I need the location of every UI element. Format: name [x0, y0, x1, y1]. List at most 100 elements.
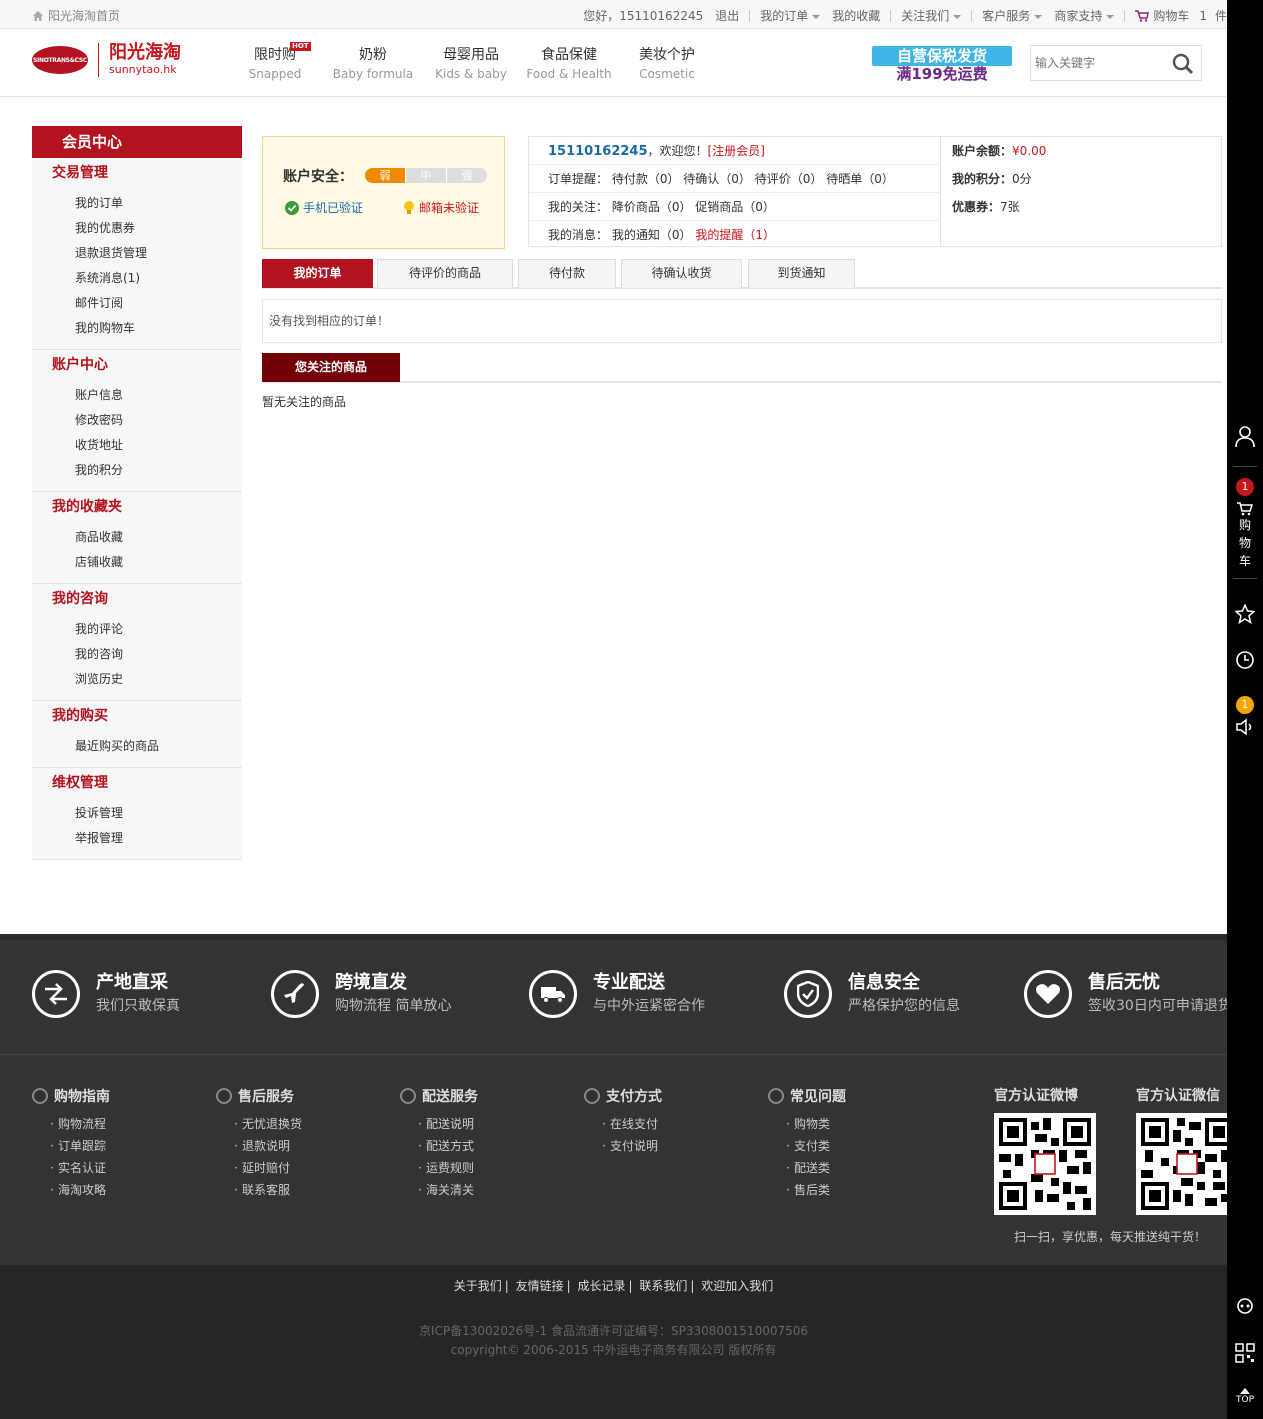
footer-link[interactable]: 配送方式: [400, 1135, 478, 1157]
sidebar-item-product-favorites[interactable]: 商品收藏: [32, 525, 242, 550]
tab-pending-payment[interactable]: 待付款: [518, 259, 616, 288]
home-link[interactable]: 阳光海淘首页: [32, 7, 120, 24]
cart-sidebar-button[interactable]: 1 购物车: [1227, 478, 1263, 570]
chevron-down-icon: [812, 14, 821, 19]
hot-badge: HOT: [290, 42, 311, 51]
service-button[interactable]: [1227, 1296, 1263, 1316]
tab-pending-receipt[interactable]: 待确认收货: [621, 259, 742, 288]
footer-join-link[interactable]: 欢迎加入我们: [701, 1279, 773, 1293]
order-reminder-links[interactable]: 待付款（0） 待确认（0） 待评价（0） 待晒单（0）: [612, 172, 894, 186]
footer-link[interactable]: 实名认证: [32, 1157, 110, 1179]
message-button[interactable]: 1: [1227, 696, 1263, 736]
footer-link[interactable]: 海关清关: [400, 1179, 478, 1201]
sidebar-item-my-reviews[interactable]: 我的评论: [32, 617, 242, 642]
footer-link[interactable]: 购物类: [768, 1113, 846, 1135]
sidebar-item-account-info[interactable]: 账户信息: [32, 383, 242, 408]
sidebar-item-complaints[interactable]: 投诉管理: [32, 801, 242, 826]
balance-label: 账户余额：: [952, 144, 1013, 158]
follow-us-menu[interactable]: 关注我们: [895, 7, 967, 24]
footer-link[interactable]: 延时赔付: [216, 1157, 302, 1179]
points-value: 0分: [1012, 172, 1032, 186]
site-logo[interactable]: SINOTRANS&CSC 阳光海淘 sunnytao.hk: [32, 43, 181, 77]
tab-my-orders[interactable]: 我的订单: [262, 259, 373, 288]
footer-link[interactable]: 订单跟踪: [32, 1135, 110, 1157]
sidebar-item-my-consultations[interactable]: 我的咨询: [32, 642, 242, 667]
sidebar-item-recent-purchases[interactable]: 最近购买的商品: [32, 734, 242, 759]
promo-line2: 满199免运费: [896, 65, 988, 83]
nav-food-health[interactable]: 食品保健 Food & Health: [520, 45, 618, 83]
footer-link[interactable]: 运费规则: [400, 1157, 478, 1179]
footer-history-link[interactable]: 成长记录: [577, 1279, 625, 1293]
message-label: 我的消息：: [548, 228, 609, 242]
order-tabs: 我的订单 待评价的商品 待付款 待确认收货 到货通知: [262, 259, 1222, 289]
tab-pending-review[interactable]: 待评价的商品: [377, 259, 513, 288]
footer-link[interactable]: 配送类: [768, 1157, 846, 1179]
nav-cosmetic[interactable]: 美妆个护 Cosmetic: [618, 45, 716, 83]
my-favorites-link[interactable]: 我的收藏: [826, 7, 886, 24]
sidebar-item-address[interactable]: 收货地址: [32, 433, 242, 458]
tab-arrival-notice[interactable]: 到货通知: [748, 259, 855, 288]
top-label: TOP: [1235, 1395, 1254, 1405]
notice-link[interactable]: 我的通知（0）: [612, 228, 692, 242]
merchant-support-menu[interactable]: 商家支持: [1048, 7, 1120, 24]
member-level-link[interactable]: [注册会员]: [708, 144, 765, 158]
sidebar-item-points[interactable]: 我的积分: [32, 458, 242, 483]
logout-link[interactable]: 退出: [709, 7, 745, 24]
footer-friend-links[interactable]: 友情链接: [516, 1279, 564, 1293]
follow-links[interactable]: 降价商品（0） 促销商品（0）: [612, 200, 775, 214]
remind-link[interactable]: 我的提醒（1）: [695, 228, 775, 242]
sidebar-group-consult: 我的咨询 我的评论 我的咨询 浏览历史: [32, 584, 242, 701]
back-to-top-button[interactable]: TOP: [1227, 1388, 1263, 1406]
my-orders-menu[interactable]: 我的订单: [754, 7, 826, 24]
history-button[interactable]: [1227, 650, 1263, 670]
site-header: SINOTRANS&CSC 阳光海淘 sunnytao.hk 限时购 Snappe…: [0, 29, 1227, 97]
nav-flash-sale[interactable]: 限时购 Snapped HOT: [226, 42, 324, 83]
favorites-button[interactable]: [1227, 604, 1263, 624]
promo-banner[interactable]: 自营保税发货 满199免运费: [872, 46, 1012, 83]
nav-baby-formula[interactable]: 奶粉 Baby formula: [324, 45, 422, 83]
member-sidebar: 会员中心 交易管理 我的订单 我的优惠券 退款退货管理 系统消息(1) 邮件订阅…: [32, 126, 242, 860]
footer-link[interactable]: 售后类: [768, 1179, 846, 1201]
copyright-footer: 关于我们 | 友情链接 | 成长记录 | 联系我们 | 欢迎加入我们 京ICP备1300…: [0, 1265, 1227, 1419]
user-button[interactable]: [1227, 426, 1263, 448]
footer-contact-link[interactable]: 联系我们: [639, 1279, 687, 1293]
footer-link[interactable]: 在线支付: [584, 1113, 662, 1135]
footer-col-title: 配送服务: [422, 1089, 478, 1105]
cart-link[interactable]: 购物车 1 件: [1129, 7, 1227, 24]
footer-link[interactable]: 海淘攻略: [32, 1179, 110, 1201]
weixin-qr-code: [1136, 1113, 1227, 1215]
sidebar-group-favorites: 我的收藏夹 商品收藏 店铺收藏: [32, 492, 242, 584]
sidebar-item-system-messages[interactable]: 系统消息(1): [32, 266, 242, 291]
sidebar-item-reports[interactable]: 举报管理: [32, 826, 242, 851]
footer-link[interactable]: 无忧退换货: [216, 1113, 302, 1135]
account-security-panel: 账户安全： 弱 中 强 手机已验证 邮箱未验证: [262, 136, 505, 249]
balance-row: 账户余额：¥0.00: [942, 137, 1222, 165]
phone-verified-link[interactable]: 手机已验证: [285, 199, 363, 216]
sidebar-item-coupons[interactable]: 我的优惠券: [32, 216, 242, 241]
search-icon[interactable]: [1171, 52, 1195, 76]
feature-subtitle: 签收30日内可申请退货: [1088, 998, 1232, 1014]
sidebar-item-cart[interactable]: 我的购物车: [32, 316, 242, 341]
sidebar-item-refunds[interactable]: 退款退货管理: [32, 241, 242, 266]
coupon-label: 优惠券：: [952, 200, 1001, 214]
sidebar-item-history[interactable]: 浏览历史: [32, 667, 242, 692]
footer-about-link[interactable]: 关于我们: [454, 1279, 502, 1293]
sidebar-item-email-subscription[interactable]: 邮件订阅: [32, 291, 242, 316]
customer-service-menu[interactable]: 客户服务: [976, 7, 1048, 24]
footer-link[interactable]: 配送说明: [400, 1113, 478, 1135]
sidebar-item-my-orders[interactable]: 我的订单: [32, 191, 242, 216]
mail-unverified-link[interactable]: 邮箱未验证: [403, 199, 479, 216]
footer-link[interactable]: 联系客服: [216, 1179, 302, 1201]
footer-link[interactable]: 购物流程: [32, 1113, 110, 1135]
sidebar-item-change-password[interactable]: 修改密码: [32, 408, 242, 433]
order-reminder-label: 订单提醒：: [548, 172, 609, 186]
sidebar-group-title: 维权管理: [52, 775, 108, 791]
search-input[interactable]: [1035, 46, 1165, 80]
footer-link[interactable]: 支付说明: [584, 1135, 662, 1157]
follow-label: 我的关注：: [548, 200, 609, 214]
footer-link[interactable]: 退款说明: [216, 1135, 302, 1157]
footer-link[interactable]: 支付类: [768, 1135, 846, 1157]
sidebar-item-store-favorites[interactable]: 店铺收藏: [32, 550, 242, 575]
qr-button[interactable]: [1227, 1343, 1263, 1363]
nav-kids-baby[interactable]: 母婴用品 Kids & baby: [422, 45, 520, 83]
